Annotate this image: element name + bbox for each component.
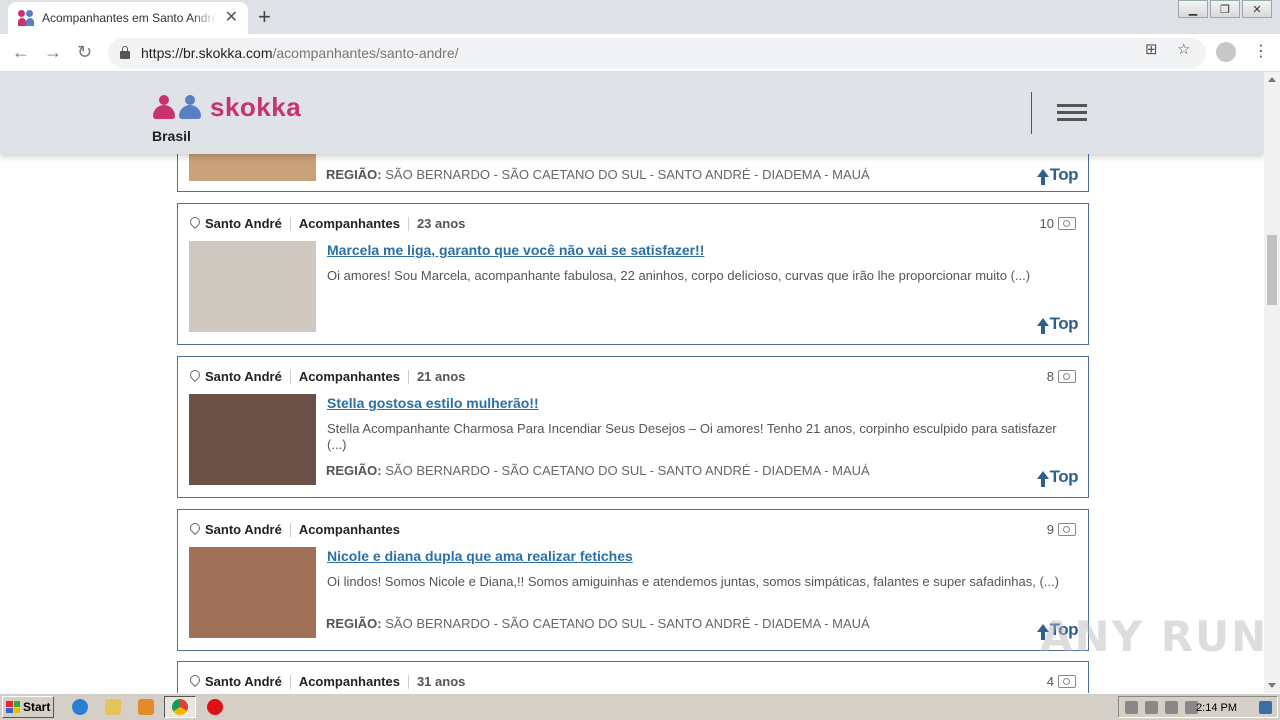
- listing-description: Oi lindos! Somos Nicole e Diana,!! Somos…: [327, 574, 1059, 589]
- country-label: Brasil: [152, 128, 191, 144]
- listing-category: Acompanhantes: [298, 369, 400, 384]
- restore-button[interactable]: ❐: [1210, 0, 1240, 18]
- listing-card[interactable]: Santo André Acompanhantes 31 anos 4: [177, 661, 1089, 693]
- address-bar[interactable]: https://br.skokka.com/acompanhantes/sant…: [108, 38, 1206, 68]
- location-pin-icon: [190, 523, 200, 536]
- listing-region: REGIÃO: SÃO BERNARDO - SÃO CAETANO DO SU…: [326, 616, 870, 631]
- start-button[interactable]: Start: [2, 696, 54, 718]
- listing-meta: Santo André Acompanhantes: [190, 522, 400, 537]
- windows-taskbar: Start 2:14 PM: [0, 693, 1280, 720]
- top-badge[interactable]: Top: [1036, 314, 1079, 334]
- listing-photo[interactable]: [189, 394, 316, 485]
- tab-title: Acompanhantes em Santo André e g: [42, 11, 217, 25]
- listing-city: Santo André: [205, 522, 282, 537]
- site-header: skokka Brasil: [0, 72, 1264, 154]
- scroll-up-icon[interactable]: [1268, 77, 1276, 82]
- minimize-button[interactable]: ▁: [1178, 0, 1208, 18]
- listing-description: Oi amores! Sou Marcela, acompanhante fab…: [327, 268, 1031, 283]
- listing-age: 31 anos: [416, 674, 466, 689]
- listing-title-link[interactable]: Marcela me liga, garanto que você não va…: [327, 242, 704, 258]
- top-arrow-icon: [1036, 471, 1049, 487]
- listing-age: 23 anos: [416, 216, 466, 231]
- skokka-logo[interactable]: skokka: [152, 92, 301, 123]
- listing-region: REGIÃO: SÃO BERNARDO - SÃO CAETANO DO SU…: [326, 463, 870, 478]
- listing-city: Santo André: [205, 216, 282, 231]
- listing-photo[interactable]: [189, 241, 316, 332]
- photo-count: 9: [1047, 522, 1076, 537]
- system-tray: 2:14 PM: [1118, 696, 1278, 718]
- tab-strip: Acompanhantes em Santo André e g ✕ + ▁ ❐…: [0, 0, 1280, 34]
- translate-icon[interactable]: ⊞: [1145, 40, 1158, 58]
- location-pin-icon: [190, 217, 200, 230]
- camera-icon: [1058, 523, 1076, 536]
- listing-category: Acompanhantes: [298, 522, 400, 537]
- skokka-favicon-icon: [18, 10, 34, 26]
- scroll-down-icon[interactable]: [1268, 683, 1276, 688]
- forward-icon[interactable]: →: [44, 42, 62, 62]
- close-tab-icon[interactable]: ✕: [225, 10, 238, 26]
- internet-explorer-icon[interactable]: [72, 699, 88, 715]
- chrome-icon: [172, 699, 188, 715]
- listing-meta: Santo André Acompanhantes 23 anos: [190, 216, 465, 231]
- male-figure-icon: [178, 94, 202, 121]
- top-arrow-icon: [1036, 169, 1049, 185]
- close-window-button[interactable]: ✕: [1242, 0, 1272, 18]
- lock-icon: [120, 46, 130, 59]
- page-scrollbar[interactable]: [1264, 72, 1280, 693]
- location-pin-icon: [190, 675, 200, 688]
- camera-icon: [1058, 217, 1076, 230]
- photo-count: 10: [1040, 216, 1076, 231]
- media-player-icon[interactable]: [138, 699, 154, 715]
- tray-chevron-icon[interactable]: [1125, 701, 1138, 714]
- page-viewport: skokka Brasil REGIÃO: SÃO BERNARDO - SÃO…: [0, 72, 1264, 693]
- anyrun-watermark: ANY RUN: [1040, 612, 1269, 661]
- reload-icon[interactable]: ↻: [77, 42, 92, 62]
- listing-title-link[interactable]: Stella gostosa estilo mulherão!!: [327, 395, 539, 411]
- browser-tab[interactable]: Acompanhantes em Santo André e g ✕: [8, 2, 248, 34]
- file-explorer-icon[interactable]: [105, 699, 121, 715]
- new-tab-button[interactable]: +: [258, 4, 271, 30]
- listing-category: Acompanhantes: [298, 674, 400, 689]
- scrollbar-thumb[interactable]: [1267, 235, 1277, 305]
- volume-icon[interactable]: [1165, 701, 1178, 714]
- photo-count: 8: [1047, 369, 1076, 384]
- location-pin-icon: [190, 370, 200, 383]
- clock: 2:14 PM: [1196, 702, 1237, 714]
- show-desktop-icon[interactable]: [1259, 701, 1272, 714]
- listing-meta: Santo André Acompanhantes 21 anos: [190, 369, 465, 384]
- listing-region: REGIÃO: SÃO BERNARDO - SÃO CAETANO DO SU…: [326, 167, 870, 182]
- listing-card[interactable]: Santo André Acompanhantes 9 Nicole e dia…: [177, 509, 1089, 651]
- network-icon[interactable]: [1145, 701, 1158, 714]
- browser-menu-icon[interactable]: ⋮: [1253, 42, 1269, 62]
- antivirus-icon[interactable]: [207, 699, 223, 715]
- top-badge[interactable]: Top: [1036, 165, 1079, 185]
- back-icon[interactable]: ←: [12, 42, 30, 62]
- camera-icon: [1058, 370, 1076, 383]
- listing-card[interactable]: Santo André Acompanhantes 23 anos 10 Mar…: [177, 203, 1089, 345]
- listing-city: Santo André: [205, 674, 282, 689]
- windows-logo-icon: [6, 701, 20, 713]
- listing-meta: Santo André Acompanhantes 31 anos: [190, 674, 465, 689]
- top-badge[interactable]: Top: [1036, 467, 1079, 487]
- listing-city: Santo André: [205, 369, 282, 384]
- listing-title-link[interactable]: Nicole e diana dupla que ama realizar fe…: [327, 548, 633, 564]
- hamburger-menu-icon[interactable]: [1057, 104, 1087, 122]
- profile-avatar-icon[interactable]: [1216, 42, 1236, 62]
- listing-category: Acompanhantes: [298, 216, 400, 231]
- listing-photo[interactable]: [189, 547, 316, 638]
- camera-icon: [1058, 675, 1076, 688]
- listing-age: 21 anos: [416, 369, 466, 384]
- photo-count: 4: [1047, 674, 1076, 689]
- top-arrow-icon: [1036, 318, 1049, 334]
- window-controls: ▁ ❐ ✕: [1176, 0, 1272, 18]
- listing-card[interactable]: Santo André Acompanhantes 21 anos 8 Stel…: [177, 356, 1089, 498]
- listing-description: Stella Acompanhante Charmosa Para Incend…: [327, 421, 1057, 452]
- browser-toolbar: ← → ↻ https://br.skokka.com/acompanhante…: [0, 34, 1280, 72]
- bookmark-star-icon[interactable]: ☆: [1177, 40, 1190, 58]
- url-text: https://br.skokka.com/acompanhantes/sant…: [141, 45, 459, 61]
- female-figure-icon: [152, 94, 176, 121]
- logo-text: skokka: [210, 92, 302, 122]
- header-divider: [1031, 92, 1032, 134]
